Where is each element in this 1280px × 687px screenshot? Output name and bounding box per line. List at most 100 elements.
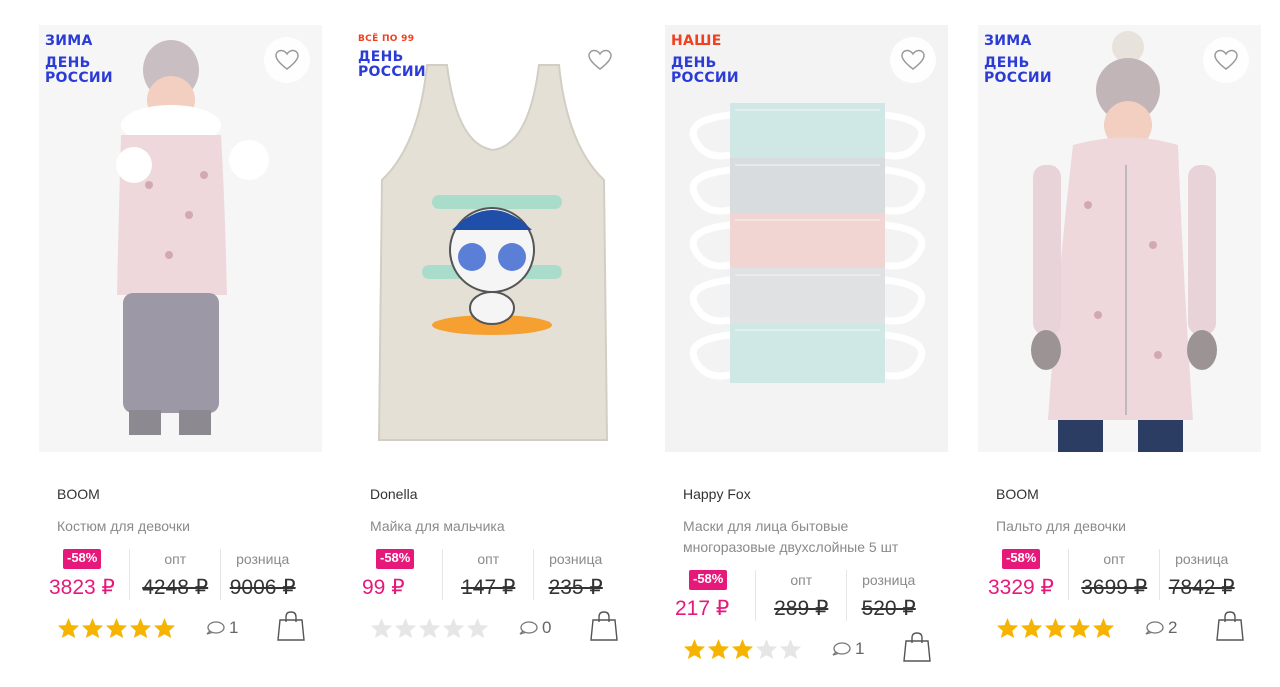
favorite-button[interactable] <box>264 37 310 83</box>
girl-winter-suit-image <box>39 25 322 452</box>
heart-icon <box>901 49 925 70</box>
wholesale-price: 147 ₽ <box>461 576 516 599</box>
wholesale-price: 289 ₽ <box>774 597 829 620</box>
rating-stars <box>683 638 802 660</box>
promo-badge: ДЕНЬ <box>671 55 717 71</box>
promo-badge: ЗИМА <box>45 33 93 49</box>
comments-link[interactable]: 2 <box>1144 618 1177 638</box>
face-masks-image <box>665 25 948 452</box>
sale-price: 3823 ₽ <box>49 576 115 599</box>
girl-winter-coat-image <box>978 25 1261 452</box>
shopping-bag-icon[interactable] <box>1216 610 1244 642</box>
promo-badges: ЗИМА ДЕНЬ РОССИИ <box>984 34 1052 86</box>
discount-badge: -58% <box>1002 549 1041 569</box>
product-title[interactable]: Пальто для девочки <box>996 516 1243 537</box>
retail-label: розница <box>862 572 916 588</box>
star-icon <box>442 617 465 639</box>
comment-bubble-icon <box>206 621 225 635</box>
product-card[interactable]: НАШЕ ДЕНЬ РОССИИ Happy Fox Маски для лиц… <box>665 25 948 665</box>
shopping-bag-icon[interactable] <box>903 631 931 663</box>
product-card[interactable]: ЗИМА ДЕНЬ РОССИИ BOOM Костюм для девочки… <box>39 25 322 644</box>
comments-link[interactable]: 0 <box>518 618 551 638</box>
star-icon <box>129 617 152 639</box>
rating-stars <box>370 617 489 639</box>
comments-count: 1 <box>229 618 239 637</box>
tank-top-image <box>352 25 635 452</box>
heart-icon <box>1214 49 1238 70</box>
wholesale-label: опт <box>164 551 187 567</box>
comments-link[interactable]: 1 <box>831 639 864 659</box>
discount-badge: -58% <box>376 549 415 569</box>
product-brand[interactable]: Happy Fox <box>683 486 930 504</box>
comments-count: 0 <box>542 618 552 637</box>
promo-badge: РОССИИ <box>671 70 739 86</box>
promo-badge: ЗИМА <box>984 33 1032 49</box>
wholesale-label: опт <box>1103 551 1126 567</box>
product-title[interactable]: Майка для мальчика <box>370 516 617 537</box>
product-title[interactable]: Костюм для девочки <box>57 516 304 537</box>
comment-bubble-icon <box>832 642 851 656</box>
product-image[interactable]: НАШЕ ДЕНЬ РОССИИ <box>665 25 948 452</box>
wholesale-price: 4248 ₽ <box>142 576 209 599</box>
shopping-bag-icon[interactable] <box>590 610 618 642</box>
star-icon <box>418 617 441 639</box>
product-image[interactable]: ЗИМА ДЕНЬ РОССИИ <box>39 25 322 452</box>
product-brand[interactable]: BOOM <box>996 486 1243 504</box>
retail-label: розница <box>1175 551 1229 567</box>
price-block: -58% 3823 ₽ опт 4248 ₽ розница 9006 ₽ <box>49 549 304 600</box>
retail-price: 7842 ₽ <box>1168 576 1235 599</box>
sale-price: 99 ₽ <box>362 576 405 599</box>
favorite-button[interactable] <box>577 37 623 83</box>
promo-badge: ДЕНЬ <box>984 55 1030 71</box>
comment-bubble-icon <box>1145 621 1164 635</box>
product-brand[interactable]: BOOM <box>57 486 304 504</box>
rating-stars <box>996 617 1115 639</box>
promo-badge: НАШЕ <box>671 33 722 49</box>
product-title[interactable]: Маски для лица бытовые многоразовые двух… <box>683 516 930 558</box>
shopping-bag-icon[interactable] <box>277 610 305 642</box>
star-icon <box>81 617 104 639</box>
promo-badges: НАШЕ ДЕНЬ РОССИИ <box>671 34 739 86</box>
discount-badge: -58% <box>689 570 728 590</box>
comments-count: 2 <box>1168 618 1178 637</box>
product-image[interactable]: ВСЁ ПО 99 ДЕНЬ РОССИИ <box>352 25 635 452</box>
sale-price: 217 ₽ <box>675 597 730 620</box>
star-icon <box>755 638 778 660</box>
heart-icon <box>588 49 612 70</box>
star-icon <box>731 638 754 660</box>
star-icon <box>153 617 176 639</box>
wholesale-label: опт <box>477 551 500 567</box>
promo-badge: РОССИИ <box>984 70 1052 86</box>
product-card[interactable]: ВСЁ ПО 99 ДЕНЬ РОССИИ Donella Майка для … <box>352 25 635 644</box>
comment-bubble-icon <box>519 621 538 635</box>
favorite-button[interactable] <box>890 37 936 83</box>
star-icon <box>370 617 393 639</box>
retail-price: 9006 ₽ <box>229 576 296 599</box>
favorite-button[interactable] <box>1203 37 1249 83</box>
wholesale-price: 3699 ₽ <box>1081 576 1148 599</box>
promo-badge: РОССИИ <box>358 64 426 80</box>
star-icon <box>466 617 489 639</box>
star-icon <box>1068 617 1091 639</box>
promo-badge: ДЕНЬ <box>358 49 404 65</box>
product-card[interactable]: ЗИМА ДЕНЬ РОССИИ BOOM Пальто для девочки… <box>978 25 1261 644</box>
star-icon <box>996 617 1019 639</box>
comments-link[interactable]: 1 <box>205 618 238 638</box>
star-icon <box>57 617 80 639</box>
star-icon <box>683 638 706 660</box>
product-image[interactable]: ЗИМА ДЕНЬ РОССИИ <box>978 25 1261 452</box>
price-block: -58% 3329 ₽ опт 3699 ₽ розница 7842 ₽ <box>988 549 1243 600</box>
comments-count: 1 <box>855 639 865 658</box>
promo-badge: ВСЁ ПО 99 <box>358 34 415 44</box>
product-brand[interactable]: Donella <box>370 486 617 504</box>
star-icon <box>707 638 730 660</box>
sale-price: 3329 ₽ <box>988 576 1054 599</box>
price-block: -58% 99 ₽ опт 147 ₽ розница 235 ₽ <box>362 549 617 600</box>
wholesale-label: опт <box>790 572 813 588</box>
promo-badge: РОССИИ <box>45 70 113 86</box>
star-icon <box>779 638 802 660</box>
discount-badge: -58% <box>63 549 102 569</box>
rating-stars <box>57 617 176 639</box>
star-icon <box>394 617 417 639</box>
price-block: -58% 217 ₽ опт 289 ₽ розница 520 ₽ <box>675 570 930 621</box>
